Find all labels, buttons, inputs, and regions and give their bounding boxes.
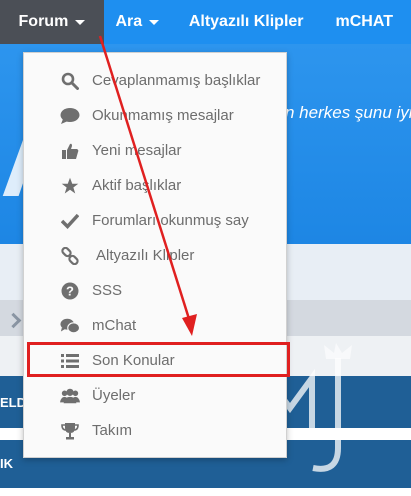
nav-forum[interactable]: Forum	[0, 0, 104, 44]
nav-mchat-label: mCHAT	[335, 13, 393, 30]
chat-bubbles-icon	[60, 316, 80, 336]
nav-altyazili-klipler[interactable]: Altyazılı Klipler	[171, 0, 318, 44]
menu-item-new-posts[interactable]: Yeni mesajlar	[24, 133, 286, 168]
menu-item-members[interactable]: Üyeler	[24, 378, 286, 413]
menu-item-recent-topics[interactable]: Son Konular	[24, 343, 286, 378]
menu-item-label: Okunmamış mesajlar	[92, 107, 234, 124]
menu-item-label: Takım	[92, 422, 133, 439]
top-navigation-bar: Forum Ara Altyazılı Klipler mCHAT	[0, 0, 411, 44]
menu-item-mchat[interactable]: mChat	[24, 308, 286, 343]
chevron-down-icon	[75, 19, 86, 25]
menu-item-label: Son Konular	[92, 352, 175, 369]
menu-item-mark-read[interactable]: Forumları okunmuş say	[24, 203, 286, 238]
question-circle-icon: ?	[60, 281, 80, 301]
link-icon	[60, 246, 80, 266]
chevron-down-icon	[149, 19, 160, 25]
menu-item-label: SSS	[92, 282, 123, 299]
speech-bubble-icon	[60, 106, 80, 126]
trophy-icon	[60, 421, 80, 441]
nav-altyazili-klipler-label: Altyazılı Klipler	[188, 13, 304, 30]
menu-item-label: Altyazılı Klipler	[96, 247, 195, 264]
forum-dropdown-menu: Cevaplanmamış başlıklar Okunmamış mesajl…	[23, 52, 287, 458]
menu-item-clips[interactable]: Altyazılı Klipler	[24, 238, 286, 273]
menu-item-label: Üyeler	[92, 387, 136, 404]
list-icon	[60, 351, 80, 371]
menu-item-label: mChat	[92, 317, 137, 334]
menu-item-unanswered[interactable]: Cevaplanmamış başlıklar	[24, 63, 286, 98]
users-icon	[60, 386, 80, 406]
menu-item-label: Forumları okunmuş say	[92, 212, 249, 229]
menu-item-team[interactable]: Takım	[24, 413, 286, 448]
star-icon	[60, 176, 80, 196]
svg-text:?: ?	[66, 283, 74, 298]
forum-header-text: IK	[0, 456, 13, 471]
menu-item-active-topics[interactable]: Aktif başlıklar	[24, 168, 286, 203]
menu-item-label: Yeni mesajlar	[92, 142, 182, 159]
banner-tagline: n herkes şunu iyi	[285, 103, 411, 122]
menu-item-unread[interactable]: Okunmamış mesajlar	[24, 98, 286, 133]
menu-item-label: Cevaplanmamış başlıklar	[92, 72, 261, 89]
nav-ara[interactable]: Ara	[104, 0, 171, 44]
menu-item-label: Aktif başlıklar	[92, 177, 182, 194]
nav-mchat[interactable]: mCHAT	[318, 0, 411, 44]
search-icon	[60, 71, 80, 91]
nav-ara-label: Ara	[115, 13, 143, 30]
thumbs-up-icon	[60, 141, 80, 161]
nav-forum-label: Forum	[18, 13, 69, 30]
menu-item-faq[interactable]: ? SSS	[24, 273, 286, 308]
checkmark-icon	[60, 211, 80, 231]
